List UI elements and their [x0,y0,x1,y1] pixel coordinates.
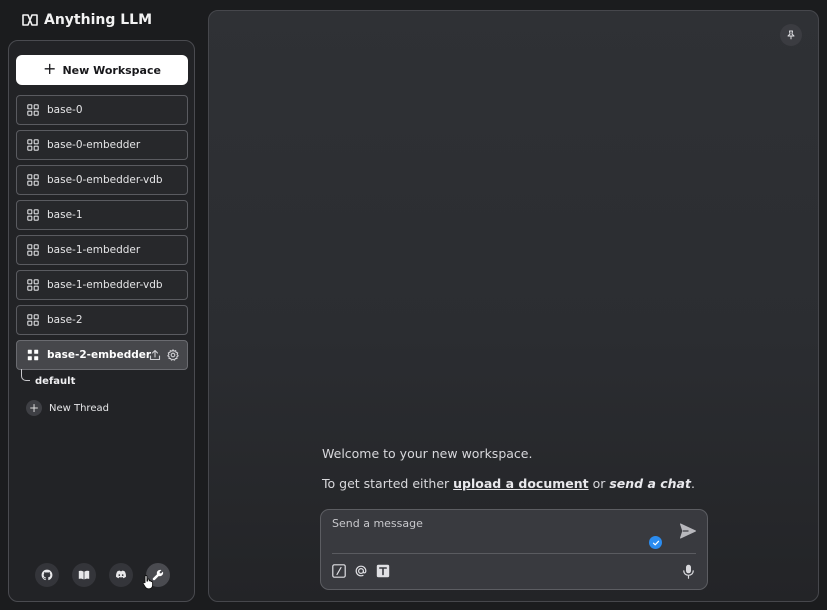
sidebar: + New Workspace base-0 base-0-embedder b… [8,40,195,602]
thread-label: default [35,376,76,387]
text-format-icon[interactable] [376,564,390,578]
get-started-message: To get started either upload a document … [322,476,695,491]
pin-button[interactable] [780,24,802,46]
plus-icon: + [26,400,42,416]
upload-document-link[interactable]: upload a document [453,476,588,491]
workspace-item[interactable]: base-1-embedder-vdb [16,270,188,300]
workspace-label: base-1-embedder [47,244,141,256]
app-logo: Anything LLM [22,11,152,29]
thread-item[interactable]: default [21,369,141,389]
discord-icon [115,570,127,579]
github-button[interactable] [35,563,59,587]
check-icon [649,536,662,549]
app-title: Anything LLM [44,12,153,28]
hand-cursor-icon [142,575,154,590]
gear-icon[interactable] [167,349,179,361]
workspace-label: base-0-embedder-vdb [47,174,163,186]
at-mention-icon[interactable] [354,564,368,578]
grid-icon [27,209,39,221]
chat-panel: Welcome to your new workspace. To get st… [208,10,819,602]
slash-command-icon[interactable] [332,564,346,578]
workspace-list: base-0 base-0-embedder base-0-embedder-v… [16,95,188,375]
grid-icon [27,174,39,186]
discord-button[interactable] [109,563,133,587]
workspace-label: base-2-embedder [47,349,152,361]
workspace-label: base-1-embedder-vdb [47,279,163,291]
new-workspace-button[interactable]: + New Workspace [16,55,188,85]
grid-icon [27,314,39,326]
github-icon [41,569,53,581]
workspace-label: base-0-embedder [47,139,141,151]
workspace-item[interactable]: base-2 [16,305,188,335]
grid-icon [27,244,39,256]
grid-icon [27,349,39,361]
workspace-item[interactable]: base-1-embedder [16,235,188,265]
workspace-label: base-2 [47,314,83,326]
send-chat-link[interactable]: send a chat [609,476,691,491]
workspace-item[interactable]: base-1 [16,200,188,230]
upload-icon[interactable] [149,349,161,361]
workspace-label: base-1 [47,209,83,221]
pin-icon [787,30,795,40]
new-workspace-label: New Workspace [62,63,161,77]
get-started-prefix: To get started either [322,476,454,491]
workspace-actions [149,349,179,361]
composer-tools [332,564,390,578]
new-thread-button[interactable]: + New Thread [26,400,109,416]
microphone-icon[interactable] [682,564,695,579]
book-icon [78,570,90,580]
docs-button[interactable] [72,563,96,587]
grid-icon [27,139,39,151]
thread-branch-line [21,369,30,381]
welcome-message: Welcome to your new workspace. [322,446,533,461]
message-composer: Send a message [320,509,708,590]
workspace-item[interactable]: base-0 [16,95,188,125]
get-started-suffix: . [690,476,695,491]
send-icon[interactable] [679,522,697,540]
get-started-middle: or [588,476,610,491]
workspace-item[interactable]: base-0-embedder-vdb [16,165,188,195]
workspace-item[interactable]: base-0-embedder [16,130,188,160]
grid-icon [27,279,39,291]
new-thread-label: New Thread [49,402,109,414]
workspace-item-active[interactable]: base-2-embedder [16,340,188,370]
workspace-label: base-0 [47,104,83,116]
plus-icon: + [43,59,57,78]
anythingllm-logo-icon [22,14,38,26]
composer-divider [332,553,696,554]
message-input[interactable]: Send a message [332,517,423,530]
grid-icon [27,104,39,116]
